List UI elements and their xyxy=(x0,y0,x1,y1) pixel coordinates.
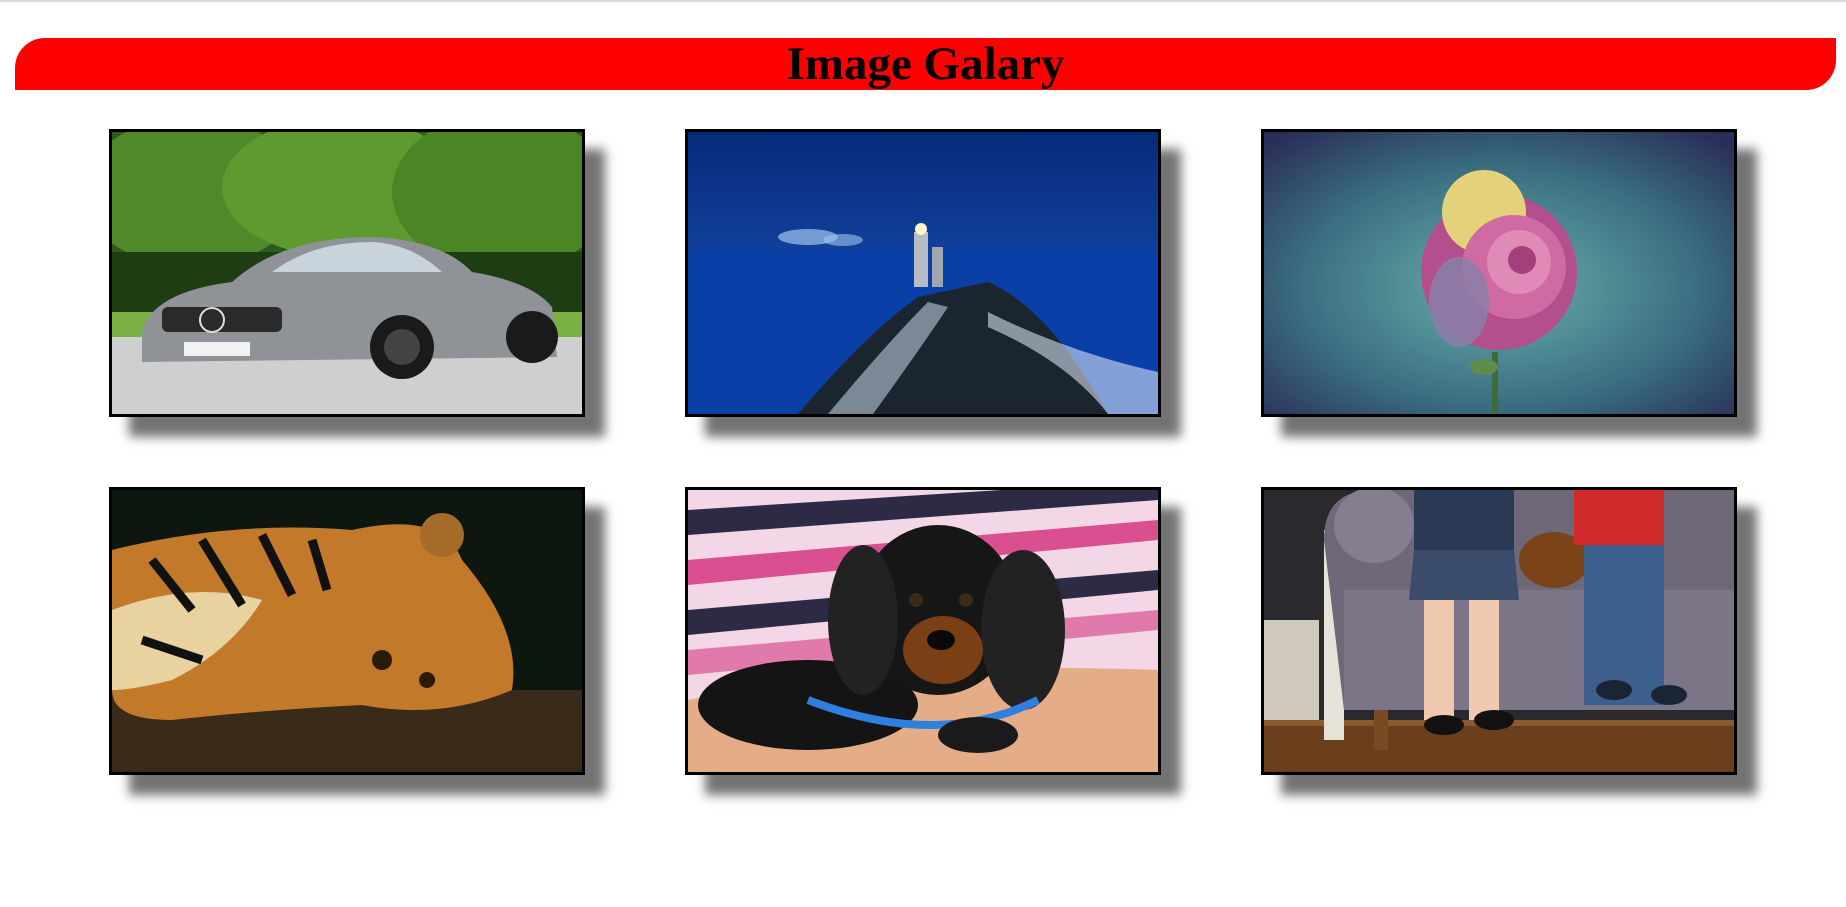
gallery-image-car[interactable] xyxy=(109,129,585,417)
sofa-image xyxy=(1264,490,1734,772)
puppy-image xyxy=(688,490,1158,772)
lighthouse-image xyxy=(688,132,1158,414)
header-banner: Image Galary xyxy=(15,38,1836,90)
tiger-image xyxy=(112,490,582,772)
page-title: Image Galary xyxy=(786,38,1065,90)
rose-image xyxy=(1264,132,1734,414)
gallery-image-tiger[interactable] xyxy=(109,487,585,775)
gallery-image-rose[interactable] xyxy=(1261,129,1737,417)
car-image xyxy=(112,132,582,414)
top-divider xyxy=(0,0,1846,2)
gallery-image-lighthouse[interactable] xyxy=(685,129,1161,417)
gallery-image-sofa[interactable] xyxy=(1261,487,1737,775)
gallery-image-puppy[interactable] xyxy=(685,487,1161,775)
